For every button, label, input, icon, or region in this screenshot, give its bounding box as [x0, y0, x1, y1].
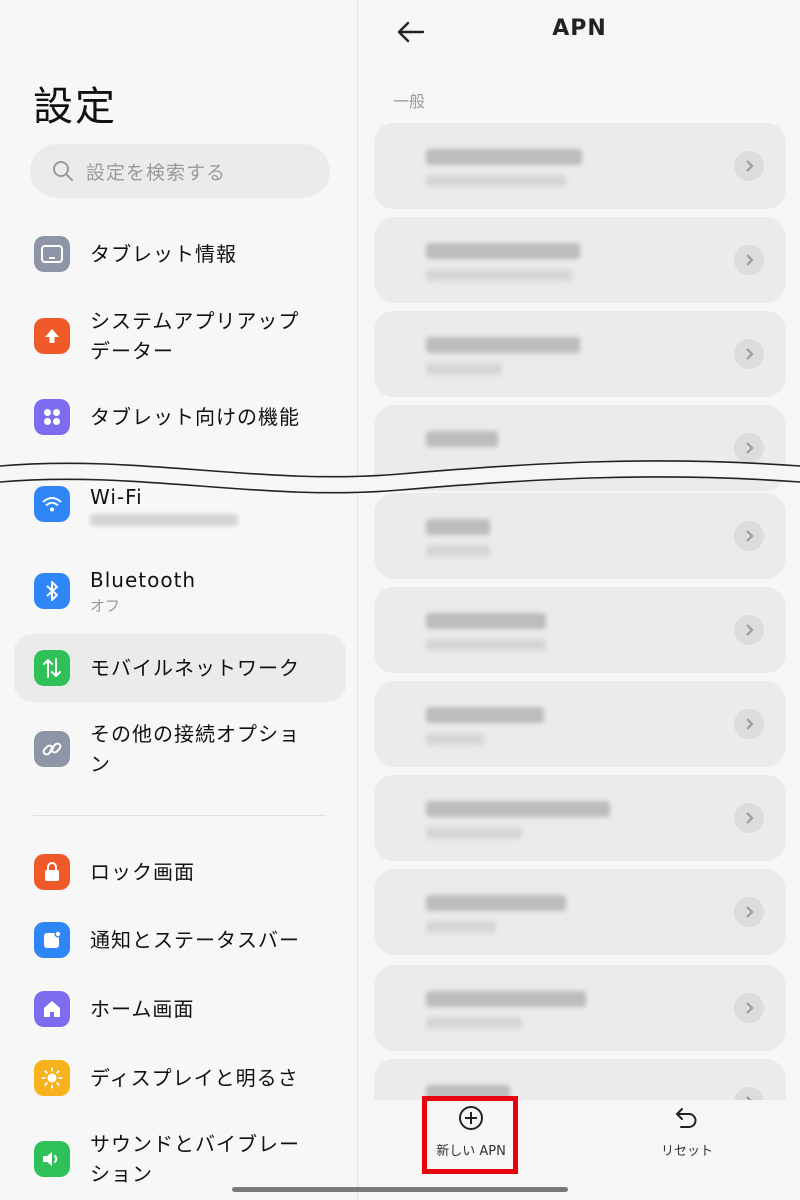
sidebar-item-label: ロック画面: [90, 860, 195, 884]
sidebar-item-label: Bluetooth: [90, 568, 197, 592]
apn-address-redacted: [426, 639, 546, 651]
mobile-data-icon: [34, 650, 70, 686]
speaker-icon: [34, 1141, 70, 1177]
sun-icon: [34, 1060, 70, 1096]
home-indicator-bar[interactable]: [232, 1187, 568, 1192]
sidebar-item-other-connections[interactable]: その他の接続オプショ ン: [14, 718, 346, 780]
sidebar-item-label: ディスプレイと明るさ: [90, 1066, 299, 1090]
apn-list-item[interactable]: [374, 965, 786, 1051]
undo-icon: [676, 1108, 697, 1128]
sidebar-item-label: タブレット向けの機能: [90, 405, 300, 429]
apn-address-redacted: [426, 545, 490, 557]
apn-name-redacted: [426, 801, 610, 817]
sidebar-item-sound[interactable]: サウンドとバイブレー ション: [14, 1128, 346, 1190]
tablet-icon: [34, 236, 70, 272]
sidebar-item-lock-screen[interactable]: ロック画面: [14, 850, 346, 894]
apn-address-redacted: [426, 363, 502, 375]
apn-address-redacted: [426, 175, 566, 187]
apn-name-redacted: [426, 519, 490, 535]
sidebar-divider: [33, 815, 326, 816]
chevron-right-icon: [734, 245, 764, 275]
apn-list-item[interactable]: [374, 587, 786, 673]
grid-icon: [34, 399, 70, 435]
sidebar-item-bluetooth[interactable]: Bluetooth オフ: [14, 566, 346, 616]
section-header: 一般: [393, 92, 426, 111]
page-title: APN: [552, 16, 607, 41]
sidebar-item-system-app-update[interactable]: システムアプリアップ データー: [14, 305, 346, 367]
apn-address-redacted: [426, 269, 572, 281]
apn-list-item[interactable]: [374, 493, 786, 579]
sidebar-item-label-line2: ン: [90, 752, 111, 776]
sidebar-item-label: サウンドとバイブレー: [90, 1132, 300, 1156]
sidebar-item-label: その他の接続オプショ: [90, 722, 300, 746]
apn-list-item[interactable]: [374, 123, 786, 209]
reset-button[interactable]: リセット: [637, 1104, 737, 1159]
sidebar-item-tablet-info[interactable]: タブレット情報: [14, 232, 346, 276]
apn-address-redacted: [426, 827, 522, 839]
link-icon: [34, 731, 70, 767]
reset-label: リセット: [660, 1144, 713, 1159]
sidebar-item-mobile-network[interactable]: モバイルネットワーク: [14, 634, 346, 702]
wifi-network-name-redacted: [90, 514, 238, 526]
chevron-right-icon: [734, 151, 764, 181]
settings-sidebar: 設定 設定を検索する タブレット情報 システムアプリアップ データー タブレット…: [0, 0, 358, 1200]
bottom-action-bar: 新しい APN リセット: [359, 1096, 800, 1200]
apn-address-redacted: [426, 921, 496, 933]
bluetooth-icon: [34, 573, 70, 609]
sidebar-item-label-line2: ション: [90, 1162, 153, 1186]
search-placeholder: 設定を検索する: [86, 161, 227, 184]
sidebar-item-label-line2: データー: [90, 339, 174, 363]
apn-name-redacted: [426, 707, 544, 723]
sidebar-item-tablet-features[interactable]: タブレット向けの機能: [14, 395, 346, 439]
sidebar-item-display[interactable]: ディスプレイと明るさ: [14, 1056, 346, 1100]
chevron-right-icon: [734, 897, 764, 927]
apn-list-item[interactable]: [374, 869, 786, 955]
highlight-box: [422, 1096, 518, 1174]
apn-name-redacted: [426, 243, 580, 259]
apn-list-item[interactable]: [374, 775, 786, 861]
chevron-right-icon: [734, 709, 764, 739]
apn-name-redacted: [426, 991, 586, 1007]
omission-wave-divider: [0, 460, 800, 494]
notification-icon: [34, 922, 70, 958]
update-arrow-icon: [34, 318, 70, 354]
sidebar-item-label: システムアプリアップ: [90, 309, 300, 333]
bluetooth-status: オフ: [90, 597, 121, 615]
sidebar-item-label: 通知とステータスバー: [90, 928, 300, 952]
chevron-right-icon: [734, 993, 764, 1023]
apn-list-item[interactable]: [374, 311, 786, 397]
chevron-right-icon: [734, 803, 764, 833]
sidebar-item-home-screen[interactable]: ホーム画面: [14, 987, 346, 1031]
sidebar-item-label: ホーム画面: [90, 997, 195, 1021]
apn-name-redacted: [426, 895, 566, 911]
apn-list-item[interactable]: [374, 217, 786, 303]
apn-panel: APN 一般 新しい APN リセット: [359, 0, 800, 1200]
sidebar-item-label: モバイルネットワーク: [90, 656, 300, 680]
search-input[interactable]: 設定を検索する: [30, 144, 330, 198]
sidebar-item-notifications[interactable]: 通知とステータスバー: [14, 918, 346, 962]
search-icon: [53, 161, 73, 181]
apn-list-item[interactable]: [374, 681, 786, 767]
apn-address-redacted: [426, 733, 484, 745]
chevron-right-icon: [734, 521, 764, 551]
page-title: 設定: [33, 84, 117, 130]
apn-name-redacted: [426, 613, 546, 629]
apn-address-redacted: [426, 1017, 522, 1029]
apn-name-redacted: [426, 431, 498, 447]
sidebar-item-label: タブレット情報: [90, 242, 237, 266]
home-icon: [34, 991, 70, 1027]
apn-name-redacted: [426, 149, 582, 165]
settings-screen: 設定 設定を検索する タブレット情報 システムアプリアップ データー タブレット…: [0, 0, 800, 1200]
lock-icon: [34, 854, 70, 890]
apn-name-redacted: [426, 337, 580, 353]
chevron-right-icon: [734, 339, 764, 369]
chevron-right-icon: [734, 615, 764, 645]
